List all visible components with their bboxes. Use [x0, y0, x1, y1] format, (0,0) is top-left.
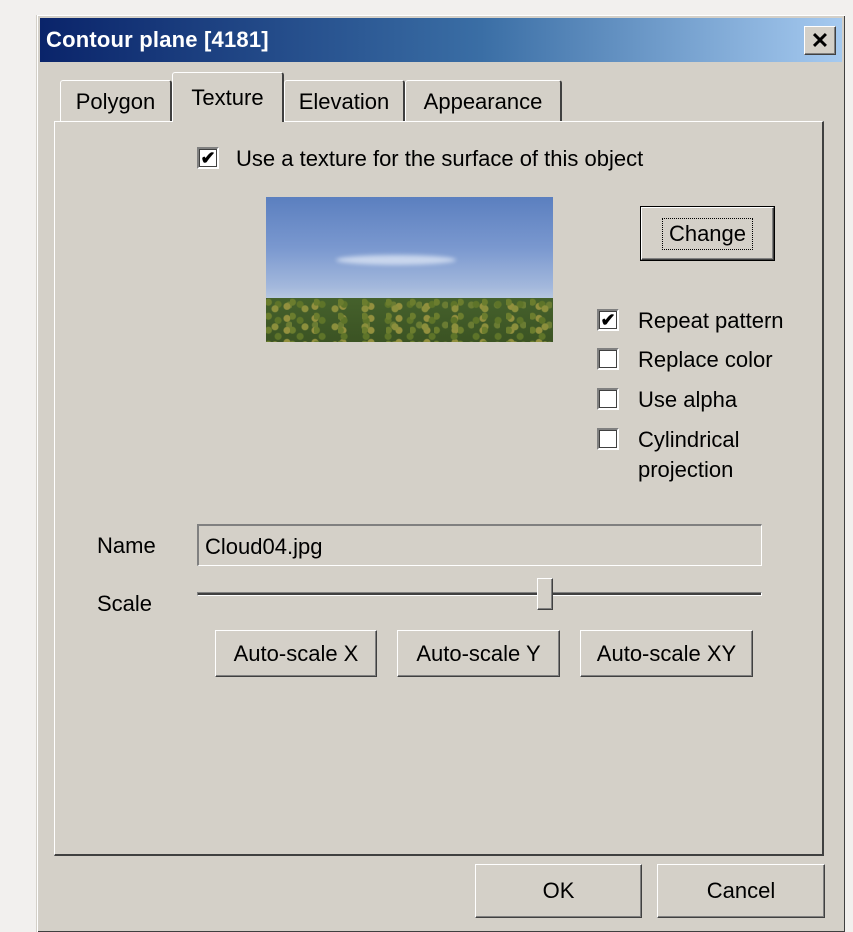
use-texture-checkbox[interactable]: ✔ — [197, 147, 219, 169]
checkmark-icon: ✔ — [600, 310, 616, 330]
auto-scale-y-button[interactable]: Auto-scale Y — [397, 630, 560, 677]
checkmark-icon: ✔ — [200, 148, 216, 168]
auto-scale-x-button[interactable]: Auto-scale X — [215, 630, 377, 677]
cancel-button[interactable]: Cancel — [657, 864, 825, 918]
repeat-pattern-label: Repeat pattern — [638, 308, 784, 333]
scale-slider-track[interactable] — [197, 592, 762, 596]
use-alpha-label: Use alpha — [638, 387, 738, 412]
scale-label: Scale — [97, 591, 153, 616]
ok-button-label: OK — [542, 878, 575, 903]
change-button-label: Change — [661, 217, 754, 250]
auto-scale-xy-button[interactable]: Auto-scale XY — [580, 630, 753, 677]
name-field[interactable]: Cloud04.jpg — [197, 524, 762, 566]
cylindrical-projection-label-line1: Cylindrical — [638, 427, 740, 452]
repeat-pattern-checkbox[interactable]: ✔ — [597, 309, 619, 331]
scale-slider-thumb[interactable] — [537, 578, 554, 610]
replace-color-label: Replace color — [638, 347, 773, 372]
auto-scale-x-label: Auto-scale X — [233, 640, 359, 666]
use-alpha-checkbox[interactable] — [597, 388, 619, 410]
ok-button[interactable]: OK — [475, 864, 642, 918]
cancel-button-label: Cancel — [706, 878, 776, 903]
auto-scale-xy-label: Auto-scale XY — [596, 640, 737, 666]
texture-content: ✔ Use a texture for the surface of this … — [0, 0, 853, 932]
use-texture-label: Use a texture for the surface of this ob… — [236, 146, 644, 171]
change-button[interactable]: Change — [640, 206, 775, 261]
texture-preview-image — [266, 197, 553, 342]
preview-cloud — [336, 255, 456, 265]
auto-scale-y-label: Auto-scale Y — [416, 640, 541, 666]
preview-field — [266, 298, 553, 342]
cylindrical-projection-label-line2: projection — [638, 457, 734, 482]
cylindrical-projection-checkbox[interactable] — [597, 428, 619, 450]
replace-color-checkbox[interactable] — [597, 348, 619, 370]
name-label: Name — [97, 533, 156, 558]
